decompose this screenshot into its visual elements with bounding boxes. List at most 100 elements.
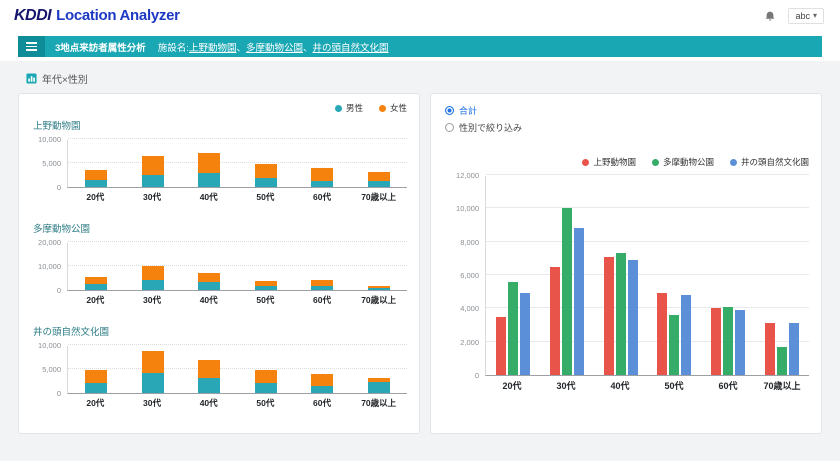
legend-item-ueno[interactable]: 上野動物園: [582, 156, 636, 168]
brand-logo: KDDI Location Analyzer: [14, 7, 180, 25]
bar-segment: [255, 383, 277, 393]
bar: [550, 267, 560, 375]
bar-segment: [198, 360, 220, 378]
separator: 、: [303, 40, 313, 54]
facility-link-inokashira[interactable]: 井の頭自然文化園: [313, 40, 389, 54]
stacked-bar: [85, 170, 107, 187]
stacked-bar: [142, 351, 164, 393]
bar-segment: [255, 370, 277, 383]
bar: [616, 253, 626, 375]
bar: [777, 347, 787, 375]
bar: [628, 260, 638, 375]
y-axis: 010,00020,000: [31, 243, 67, 291]
y-tick-label: 10,000: [38, 341, 61, 350]
bar-segment: [311, 386, 333, 393]
stacked-bar: [368, 378, 390, 393]
bar-segment: [368, 382, 390, 393]
separator: 、: [236, 40, 246, 54]
bell-icon[interactable]: [764, 10, 776, 23]
radio-label: 性別で絞り込み: [459, 121, 522, 134]
legend-item-inokashira[interactable]: 井の頭自然文化園: [730, 156, 809, 168]
facility-link-tama[interactable]: 多摩動物公園: [246, 40, 303, 54]
x-axis-label: 60代: [294, 394, 351, 409]
bar: [520, 293, 530, 375]
y-tick-label: 2,000: [460, 338, 479, 347]
x-axis-label: 30代: [539, 376, 593, 392]
radio-selected-icon: [445, 106, 454, 115]
x-axis-label: 20代: [485, 376, 539, 392]
bar-segment: [255, 286, 277, 290]
y-tick-label: 12,000: [456, 171, 479, 180]
y-tick-label: 5,000: [42, 159, 61, 168]
x-axis-label: 70歳以上: [350, 188, 407, 203]
x-axis-label: 30代: [124, 291, 181, 306]
bar: [508, 282, 518, 375]
gender-legend: 男性 女性: [31, 102, 407, 114]
legend-item-tama[interactable]: 多摩動物公園: [652, 156, 714, 168]
x-axis-label: 60代: [701, 376, 755, 392]
x-axis-label: 60代: [294, 291, 351, 306]
x-axis-label: 70歳以上: [755, 376, 809, 392]
stacked-bar: [255, 370, 277, 393]
y-tick-label: 10,000: [456, 204, 479, 213]
bar-group: [496, 282, 530, 375]
stacked-charts-panel: 男性 女性 上野動物園05,00010,00020代30代40代50代60代70…: [18, 93, 420, 434]
bar-segment: [198, 282, 220, 290]
bar-segment: [198, 173, 220, 187]
bar-segment: [85, 284, 107, 290]
legend-item-male[interactable]: 男性: [335, 102, 363, 114]
legend-item-female[interactable]: 女性: [379, 102, 407, 114]
chart-title: 多摩動物公園: [33, 221, 407, 235]
legend-label: 井の頭自然文化園: [741, 156, 809, 168]
stacked-bar: [311, 168, 333, 187]
bar-segment: [311, 286, 333, 290]
analysis-title: 3地点来訪者属性分析: [55, 40, 146, 54]
legend-label: 上野動物園: [593, 156, 636, 168]
stacked-bar: [255, 164, 277, 188]
plot-area: [485, 176, 809, 376]
stacked-bar: [368, 172, 390, 187]
bar: [574, 228, 584, 375]
bar-segment: [142, 351, 164, 373]
bar-segment: [142, 373, 164, 393]
x-axis-label: 60代: [294, 188, 351, 203]
section-header: 年代×性別: [26, 71, 822, 86]
bar-segment: [142, 280, 164, 290]
plot-area: [67, 140, 407, 188]
bar-segment: [198, 378, 220, 393]
x-axis-label: 40代: [593, 376, 647, 392]
header: KDDI Location Analyzer abc ▾: [0, 0, 840, 32]
stacked-chart: 井の頭自然文化園05,00010,00020代30代40代50代60代70歳以上: [31, 324, 407, 409]
male-color-dot: [335, 105, 342, 112]
x-axis-label: 20代: [67, 291, 124, 306]
user-menu[interactable]: abc ▾: [788, 8, 824, 24]
radio-unselected-icon: [445, 123, 454, 132]
bar: [562, 208, 572, 375]
bar-segment: [198, 273, 220, 283]
y-tick-label: 0: [57, 389, 61, 398]
product-name: Location Analyzer: [56, 7, 180, 24]
y-tick-label: 8,000: [460, 238, 479, 247]
bar: [765, 323, 775, 375]
bar-group: [657, 293, 691, 375]
bar-segment: [368, 172, 390, 181]
facility-legend: 上野動物園 多摩動物公園 井の頭自然文化園: [443, 156, 809, 168]
hamburger-menu-button[interactable]: [18, 36, 45, 57]
y-tick-label: 4,000: [460, 304, 479, 313]
radio-total[interactable]: 合計: [445, 104, 809, 117]
content-area: 年代×性別 男性 女性 上野動物園05,00010,00020代30代40代50…: [0, 61, 840, 461]
bar-segment: [85, 370, 107, 384]
section-title: 年代×性別: [42, 71, 88, 86]
radio-filter-by-gender[interactable]: 性別で絞り込み: [445, 121, 809, 134]
kddi-logo: KDDI: [14, 7, 51, 25]
stacked-bar: [198, 360, 220, 393]
radio-label: 合計: [459, 104, 477, 117]
bar-segment: [198, 153, 220, 173]
x-axis-label: 40代: [180, 188, 237, 203]
female-color-dot: [379, 105, 386, 112]
stacked-bar: [198, 153, 220, 187]
x-axis-label: 50代: [237, 188, 294, 203]
facility-link-ueno[interactable]: 上野動物園: [189, 40, 237, 54]
plot-area: [67, 243, 407, 291]
legend-label: 男性: [346, 102, 363, 114]
